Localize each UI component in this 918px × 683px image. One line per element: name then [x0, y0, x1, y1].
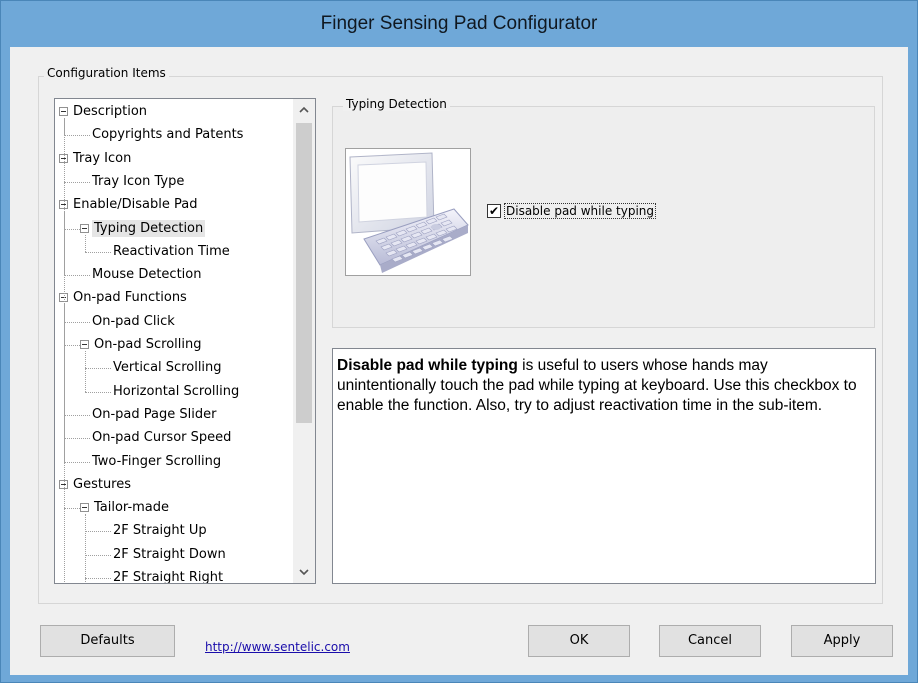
tree-item[interactable]: On-pad Click — [90, 311, 177, 333]
description-panel: Disable pad while typing is useful to us… — [332, 348, 876, 584]
tree-item-label: Description — [73, 104, 148, 119]
tree-item[interactable]: 2F Straight Right — [111, 567, 225, 583]
tree-item-label: Two-Finger Scrolling — [92, 453, 222, 469]
app-window: Finger Sensing Pad Configurator Configur… — [0, 0, 918, 683]
description-bold: Disable pad while typing — [337, 357, 518, 374]
tree-item[interactable]: Horizontal Scrolling — [111, 381, 241, 403]
collapse-icon[interactable] — [80, 503, 89, 513]
apply-button[interactable]: Apply — [791, 625, 893, 657]
tree-connector — [85, 554, 111, 556]
tree-item[interactable]: Tailor-made — [92, 497, 171, 519]
tree-item-label: On-pad Functions — [73, 290, 187, 306]
tree-connector — [64, 438, 90, 440]
tree-item[interactable]: Two-Finger Scrolling — [90, 451, 223, 473]
tree-item-label: On-pad Click — [92, 313, 175, 329]
keyboard-illustration — [345, 148, 471, 276]
configuration-items-label: Configuration Items — [44, 66, 169, 80]
tree-connector — [64, 490, 65, 583]
cancel-button[interactable]: Cancel — [659, 625, 761, 657]
tree-item-label: Tray Icon — [73, 150, 132, 166]
configuration-tree[interactable]: Description Copyrights and Patents Tray Ic… — [54, 98, 316, 584]
tree-connector — [85, 368, 111, 370]
tree-scrollbar[interactable] — [293, 99, 315, 583]
tree-connector — [85, 514, 86, 583]
collapse-icon[interactable] — [59, 107, 68, 116]
tree-item-label: 2F Straight Up — [113, 523, 207, 539]
tree-item-label: Horizontal Scrolling — [113, 383, 240, 399]
scroll-thumb[interactable] — [296, 123, 312, 423]
tree-item[interactable]: On-pad Cursor Speed — [90, 427, 233, 449]
tree-item-label: Enable/Disable Pad — [73, 197, 198, 213]
tree-item-label: Reactivation Time — [113, 243, 230, 259]
tree-item[interactable]: 2F Straight Up — [111, 520, 209, 542]
tree-item-label: 2F Straight Right — [113, 570, 224, 583]
website-link[interactable]: http://www.sentelic.com — [205, 640, 350, 654]
window-title: Finger Sensing Pad Configurator — [320, 13, 598, 34]
defaults-button[interactable]: Defaults — [40, 625, 175, 657]
tree-item[interactable]: On-pad Page Slider — [90, 404, 218, 426]
tree-item-label: Tailor-made — [94, 500, 170, 516]
dialog-client-area: Configuration Items Description Copyright… — [10, 47, 908, 675]
tree-item[interactable]: Enable/Disable Pad — [71, 194, 200, 216]
tree-connector — [64, 275, 90, 277]
tree-connector — [64, 345, 80, 346]
tree-item[interactable]: Tray Icon Type — [90, 171, 186, 193]
tree-content: Description Copyrights and Patents Tray Ic… — [55, 99, 287, 583]
tree-item[interactable]: Vertical Scrolling — [111, 357, 224, 379]
tree-item[interactable]: 2F Straight Down — [111, 544, 228, 566]
disable-pad-checkbox-label[interactable]: Disable pad while typing — [504, 203, 656, 219]
tree-item-label: Vertical Scrolling — [113, 360, 222, 376]
tree-item-label: Tray Icon Type — [92, 173, 185, 189]
checkmark-icon: ✔ — [488, 204, 500, 218]
tree-connector — [64, 414, 90, 416]
chevron-up-icon[interactable] — [293, 99, 315, 121]
tree-item-label: On-pad Page Slider — [92, 406, 217, 422]
tree-connector — [85, 531, 111, 533]
tree-connector — [64, 228, 80, 230]
collapse-icon[interactable] — [80, 340, 89, 349]
tree-connector — [64, 508, 80, 510]
tree-item-label: Typing Detection — [92, 219, 206, 237]
tree-connector — [85, 251, 111, 253]
tree-item[interactable]: Copyrights and Patents — [90, 124, 245, 146]
tree-connector — [85, 234, 86, 252]
ok-button[interactable]: OK — [528, 625, 630, 657]
tree-item[interactable]: Mouse Detection — [90, 264, 203, 286]
tree-connector — [85, 391, 111, 393]
tree-item[interactable]: On-pad Scrolling — [92, 334, 204, 356]
collapse-icon[interactable] — [80, 223, 89, 233]
tree-connector — [85, 578, 111, 579]
tree-item-label: Copyrights and Patents — [92, 127, 244, 143]
tree-item-label: On-pad Cursor Speed — [92, 430, 232, 446]
tree-item[interactable]: Gestures — [71, 474, 133, 496]
tree-item[interactable]: Tray Icon — [71, 148, 133, 170]
tree-connector — [64, 321, 90, 323]
tree-connector — [64, 135, 90, 137]
tree-connector — [64, 461, 90, 463]
tree-connector — [85, 351, 86, 392]
tree-item[interactable]: Reactivation Time — [111, 241, 232, 263]
tree-connector — [64, 118, 65, 496]
typing-detection-label: Typing Detection — [343, 97, 450, 111]
tree-item-label: Mouse Detection — [92, 267, 202, 283]
tree-item-label: 2F Straight Down — [113, 546, 226, 562]
tree-connector — [64, 181, 90, 183]
chevron-down-icon[interactable] — [293, 561, 315, 583]
tree-item[interactable]: On-pad Functions — [71, 287, 189, 309]
tree-item-label: On-pad Scrolling — [94, 337, 202, 352]
tree-item-label: Gestures — [73, 476, 132, 492]
disable-pad-checkbox[interactable]: ✔ — [487, 204, 501, 218]
tree-item[interactable]: Description — [71, 101, 149, 123]
tree-item[interactable]: Typing Detection — [92, 218, 206, 240]
